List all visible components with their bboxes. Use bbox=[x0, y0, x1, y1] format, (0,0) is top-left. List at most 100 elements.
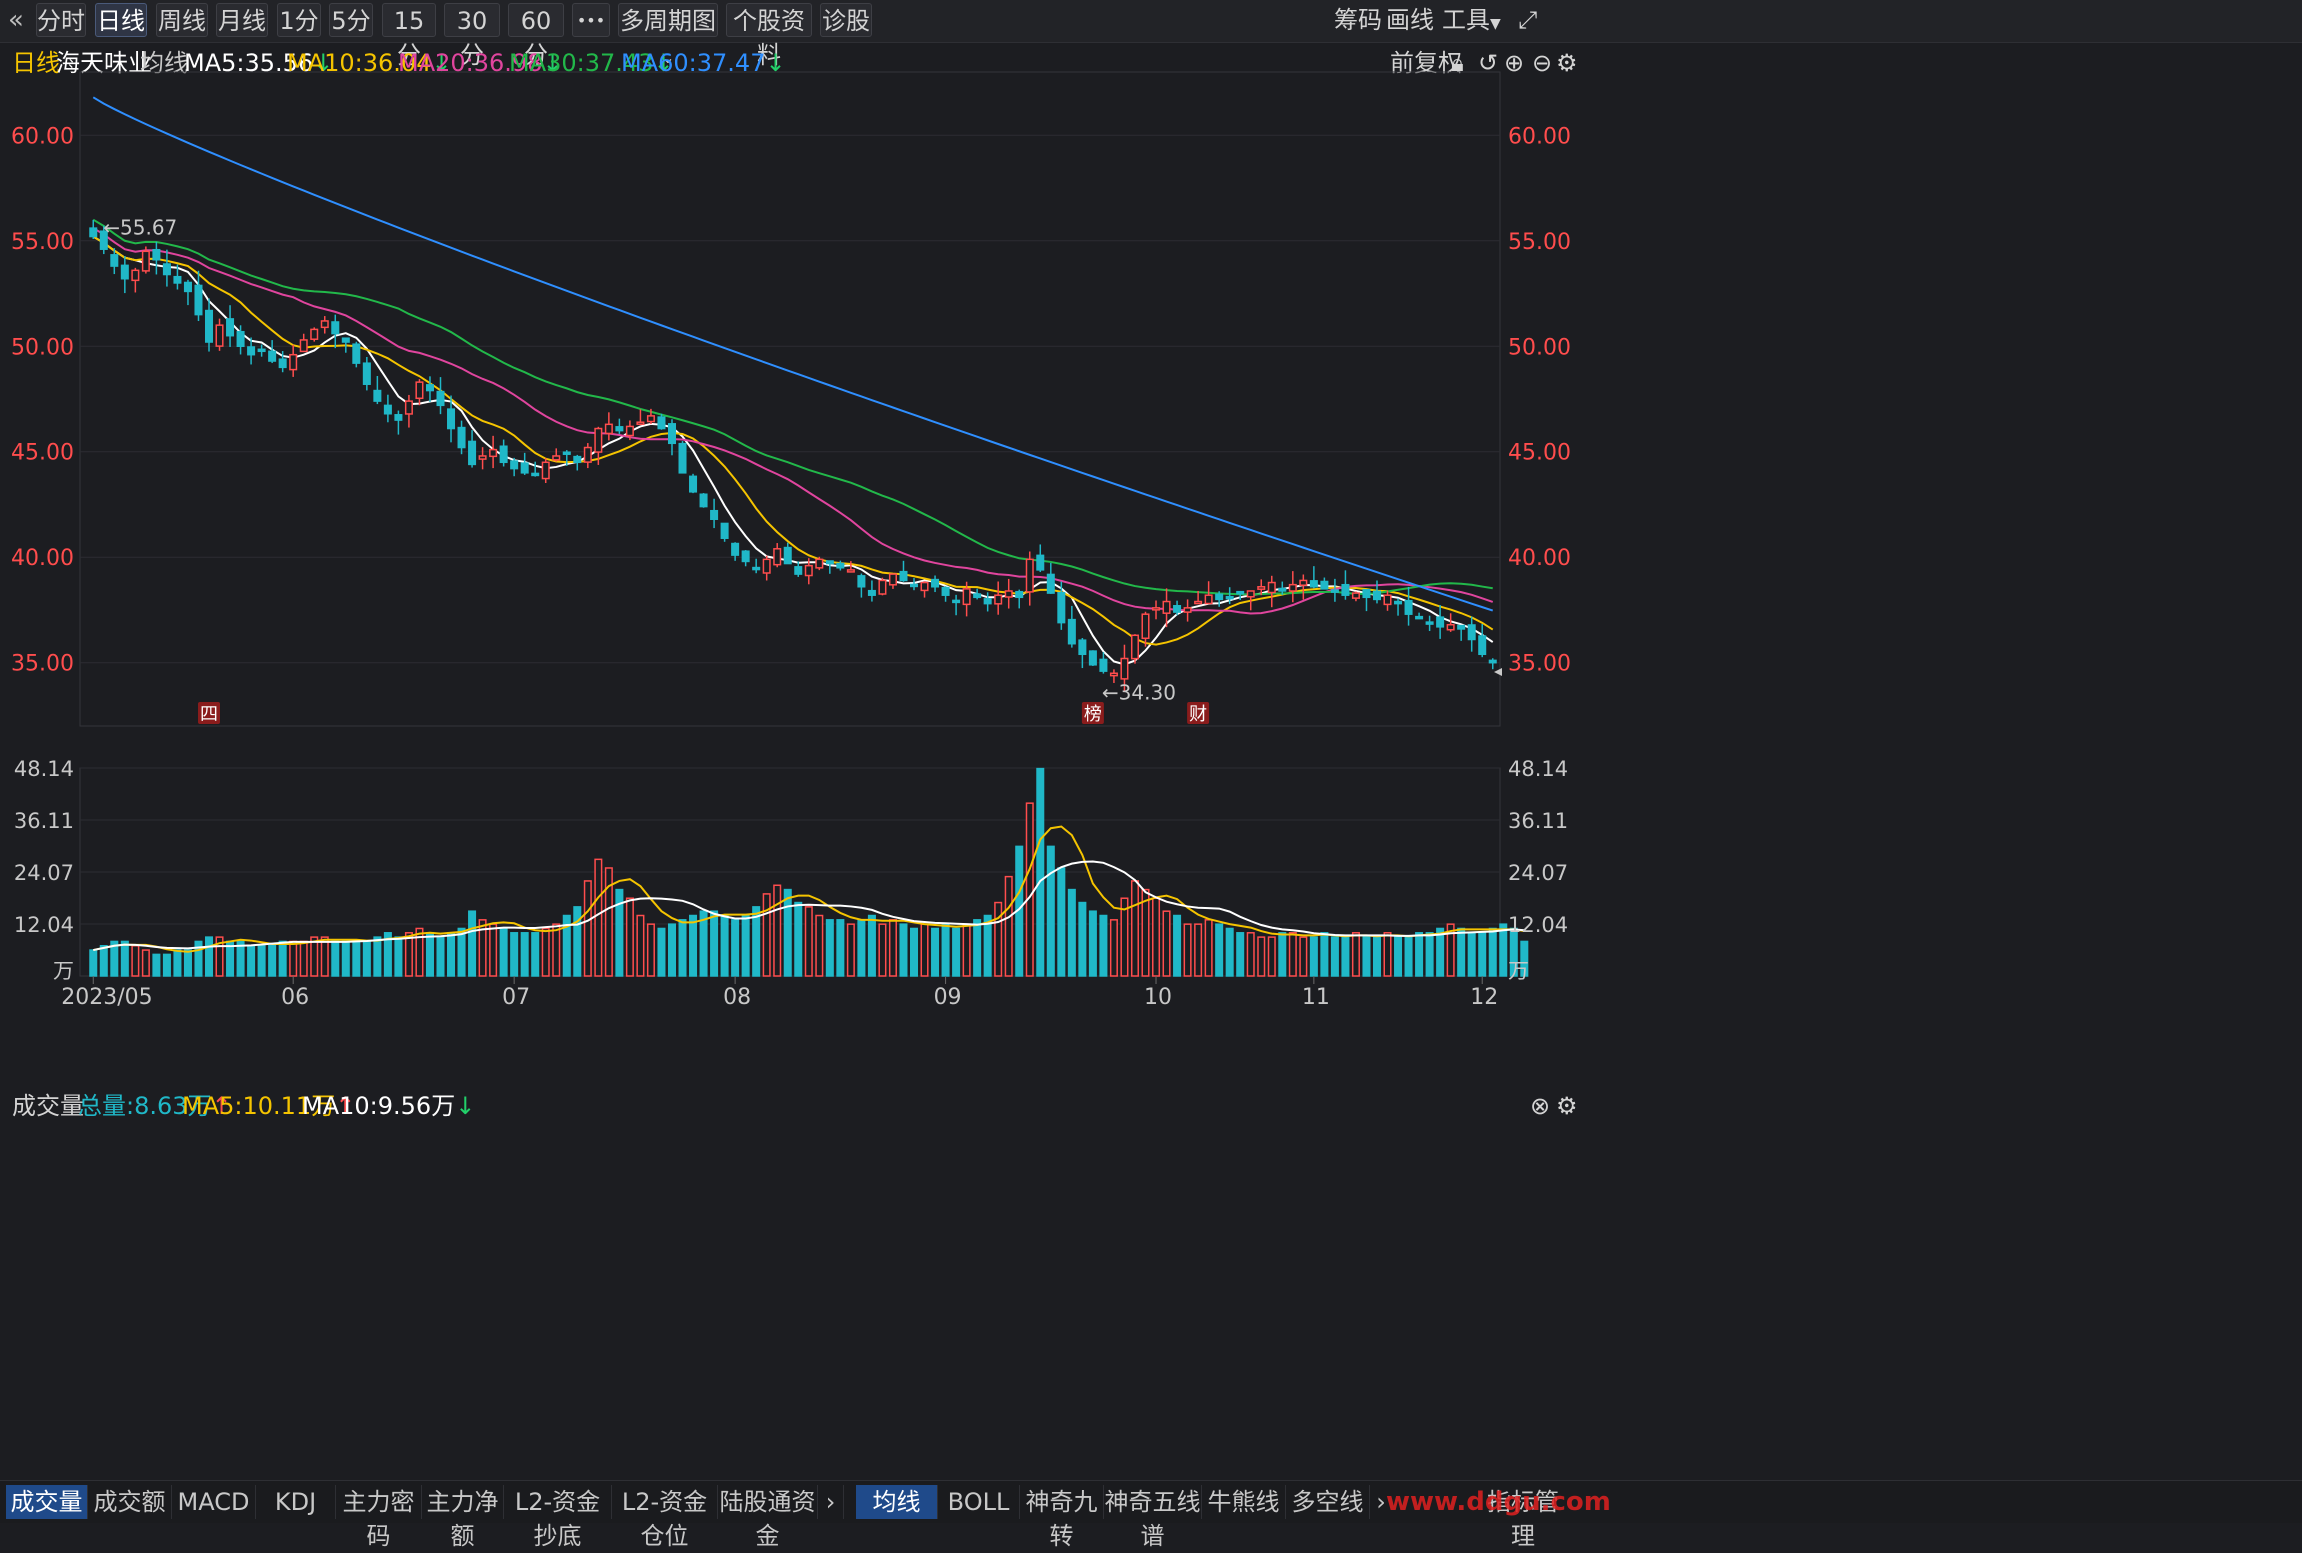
close-icon[interactable]: ⊗ bbox=[1530, 1090, 1550, 1122]
volume-bar bbox=[1183, 923, 1192, 977]
volume-bar bbox=[994, 901, 1003, 977]
candle-body bbox=[1099, 658, 1108, 672]
settings-gear-icon[interactable]: ⚙ bbox=[1556, 1090, 1578, 1122]
volume-bar bbox=[1004, 875, 1013, 977]
volume-bar bbox=[678, 919, 687, 977]
date-tick-label: 10 bbox=[1144, 985, 1172, 1010]
candle-body bbox=[247, 346, 256, 356]
candle-body bbox=[236, 330, 245, 348]
candle-body bbox=[352, 343, 361, 364]
candle-body bbox=[110, 254, 119, 267]
volume-bar bbox=[783, 888, 792, 977]
volume-bar bbox=[1204, 919, 1213, 977]
price-tick-label-right: 55.00 bbox=[1508, 230, 1571, 255]
tab-macd[interactable]: MACD bbox=[172, 1485, 256, 1519]
volume-tick-label-right: 万 bbox=[1508, 959, 1529, 983]
candle-body bbox=[973, 593, 982, 599]
candle-body bbox=[1299, 579, 1308, 586]
volume-bar bbox=[773, 884, 782, 977]
tab-main-code[interactable]: 主力密码 bbox=[336, 1485, 422, 1550]
candle-body bbox=[331, 321, 340, 335]
candle-body bbox=[1173, 605, 1182, 613]
volume-bar bbox=[899, 923, 908, 977]
candle-body bbox=[1436, 616, 1445, 628]
volume-bar bbox=[1162, 910, 1171, 977]
volume-title[interactable]: 成交量 bbox=[12, 1090, 84, 1122]
tab-magic-nine[interactable]: 神奇九转 bbox=[1020, 1485, 1104, 1550]
tab-ma[interactable]: 均线 bbox=[856, 1485, 938, 1519]
volume-tick-label-right: 12.04 bbox=[1508, 913, 1568, 937]
volume-bar bbox=[1372, 936, 1382, 977]
candle-body bbox=[615, 426, 624, 432]
volume-bar bbox=[204, 936, 214, 977]
candle-body bbox=[678, 442, 687, 474]
volume-bar bbox=[1278, 932, 1287, 977]
tab-main-net[interactable]: 主力净额 bbox=[422, 1485, 504, 1550]
candle-body bbox=[752, 566, 761, 571]
candle-body bbox=[573, 455, 582, 464]
volume-bar bbox=[636, 914, 645, 977]
candle-body bbox=[552, 455, 561, 461]
tab-turnover[interactable]: 成交额 bbox=[88, 1485, 172, 1519]
volume-bar bbox=[1415, 932, 1424, 977]
candle-body bbox=[141, 250, 150, 272]
price-tick-label-right: 45.00 bbox=[1508, 441, 1571, 466]
volume-bar bbox=[1152, 897, 1161, 977]
candle-body bbox=[362, 362, 371, 385]
volume-bar bbox=[1088, 910, 1097, 977]
tab-l2-position[interactable]: L2-资金仓位 bbox=[612, 1485, 718, 1550]
tab-l2-bottom[interactable]: L2-资金抄底 bbox=[504, 1485, 612, 1550]
candle-body bbox=[857, 575, 866, 588]
price-tick-label-left: 60.00 bbox=[11, 124, 74, 149]
tab-northbound[interactable]: 陆股通资金 bbox=[718, 1485, 818, 1550]
candle-body bbox=[1383, 594, 1392, 606]
volume-bar bbox=[1267, 936, 1276, 977]
candle-body bbox=[1215, 593, 1224, 601]
candle-body bbox=[1036, 554, 1045, 571]
volume-bar bbox=[1309, 936, 1318, 977]
volume-bar bbox=[1036, 767, 1045, 977]
chevron-right-icon[interactable]: › bbox=[818, 1485, 844, 1519]
volume-bar bbox=[931, 927, 940, 977]
candle-body bbox=[710, 509, 719, 521]
candle-body bbox=[636, 421, 645, 425]
volume-bar bbox=[1488, 927, 1497, 977]
candle-body bbox=[983, 598, 992, 605]
tab-boll[interactable]: BOLL bbox=[938, 1485, 1020, 1519]
candle-body bbox=[1204, 594, 1213, 605]
volume-bar bbox=[836, 919, 845, 977]
volume-bar bbox=[909, 927, 919, 977]
volume-bar bbox=[520, 932, 529, 977]
volume-tick-label-left: 12.04 bbox=[14, 913, 74, 937]
candle-body bbox=[962, 588, 971, 606]
candle-body bbox=[1330, 589, 1339, 593]
volume-bar bbox=[1351, 932, 1360, 977]
tab-long-short[interactable]: 多空线 bbox=[1286, 1485, 1370, 1519]
volume-bar bbox=[867, 914, 876, 977]
kline-chart[interactable]: 60.00 60.00 55.00 55.00 50.00 50.00 45.00 45.00… bbox=[0, 0, 2302, 1522]
tab-magic-five[interactable]: 神奇五线谱 bbox=[1104, 1485, 1202, 1550]
volume-bar bbox=[341, 940, 350, 977]
volume-tick-label-right: 48.14 bbox=[1508, 757, 1568, 781]
volume-bar bbox=[1425, 932, 1434, 977]
price-tick-label-left: 55.00 bbox=[11, 230, 74, 255]
candle-body bbox=[520, 462, 529, 474]
candle-body bbox=[952, 599, 961, 604]
volume-info-bar: 成交量 总量:8.63万↑ MA5:10.11万↑ MA10:9.56万↓ ⊗ … bbox=[0, 1086, 2302, 1124]
candle-body bbox=[1109, 672, 1118, 677]
tab-volume[interactable]: 成交量 bbox=[6, 1485, 88, 1519]
volume-tick-label-right: 36.11 bbox=[1508, 809, 1568, 833]
volume-bar bbox=[1320, 932, 1329, 977]
volume-bar bbox=[625, 897, 634, 977]
volume-bar bbox=[689, 914, 698, 977]
volume-bar bbox=[404, 932, 413, 977]
candle-body bbox=[920, 581, 929, 592]
volume-bar bbox=[1078, 901, 1087, 977]
candle-body bbox=[1467, 624, 1476, 641]
candle-body bbox=[1478, 635, 1487, 656]
tab-kdj[interactable]: KDJ bbox=[256, 1485, 336, 1519]
volume-bar bbox=[289, 940, 298, 977]
tab-bull-bear[interactable]: 牛熊线 bbox=[1202, 1485, 1286, 1519]
volume-bar bbox=[425, 932, 434, 977]
candle-body bbox=[1372, 590, 1382, 601]
